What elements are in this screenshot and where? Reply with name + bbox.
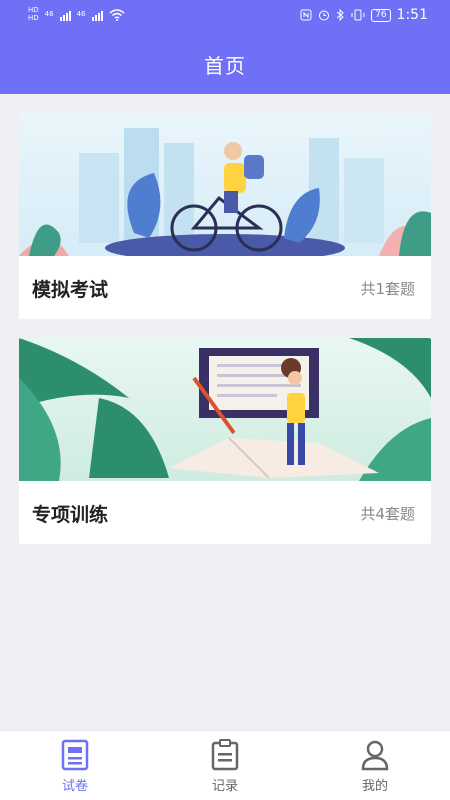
card-title: 专项训练 bbox=[32, 504, 109, 526]
status-right: 76 1:51 bbox=[300, 7, 428, 23]
card-title: 模拟考试 bbox=[32, 279, 109, 301]
alarm-icon bbox=[319, 10, 330, 21]
tab-record[interactable]: 记录 bbox=[150, 731, 300, 800]
battery-indicator: 76 bbox=[371, 8, 391, 22]
status-time: 1:51 bbox=[396, 7, 428, 23]
tab-label: 我的 bbox=[361, 779, 388, 794]
tab-label: 试卷 bbox=[61, 779, 88, 794]
wifi-icon bbox=[109, 8, 124, 21]
page-title: 首页 bbox=[204, 54, 246, 78]
reading-banner-image bbox=[19, 338, 431, 481]
vibrate-icon bbox=[351, 9, 365, 21]
card-footer: 专项训练 共4套题 bbox=[19, 481, 431, 544]
user-profile-icon bbox=[361, 740, 389, 771]
record-clipboard-icon bbox=[211, 739, 239, 771]
cyclist-banner-image bbox=[19, 113, 431, 256]
status-bar: HD HD 46 46 76 1:51 bbox=[0, 0, 450, 32]
nfc-icon bbox=[300, 9, 312, 21]
card-count: 共4套题 bbox=[360, 505, 415, 523]
card-count: 共1套题 bbox=[360, 280, 415, 298]
topic-practice-card[interactable]: 专项训练 共4套题 bbox=[19, 338, 431, 544]
tab-label: 记录 bbox=[211, 779, 238, 794]
status-left: HD HD 46 46 bbox=[28, 7, 125, 22]
signal-icon-2 bbox=[91, 9, 103, 21]
app-header: HD HD 46 46 76 1:51 首页 bbox=[0, 0, 450, 94]
tab-mine[interactable]: 我的 bbox=[300, 731, 450, 800]
bluetooth-icon bbox=[336, 9, 344, 21]
tab-exam[interactable]: 试卷 bbox=[0, 731, 150, 800]
network-type-2: 46 bbox=[76, 10, 86, 18]
bottom-tab-bar: 试卷 记录 我的 bbox=[0, 730, 450, 800]
signal-icon bbox=[59, 9, 71, 21]
network-type-1: 46 bbox=[44, 10, 54, 18]
mock-exam-card[interactable]: 模拟考试 共1套题 bbox=[19, 113, 431, 319]
exam-paper-icon bbox=[61, 739, 89, 771]
card-footer: 模拟考试 共1套题 bbox=[19, 256, 431, 319]
hd-indicator: HD HD bbox=[28, 6, 39, 22]
